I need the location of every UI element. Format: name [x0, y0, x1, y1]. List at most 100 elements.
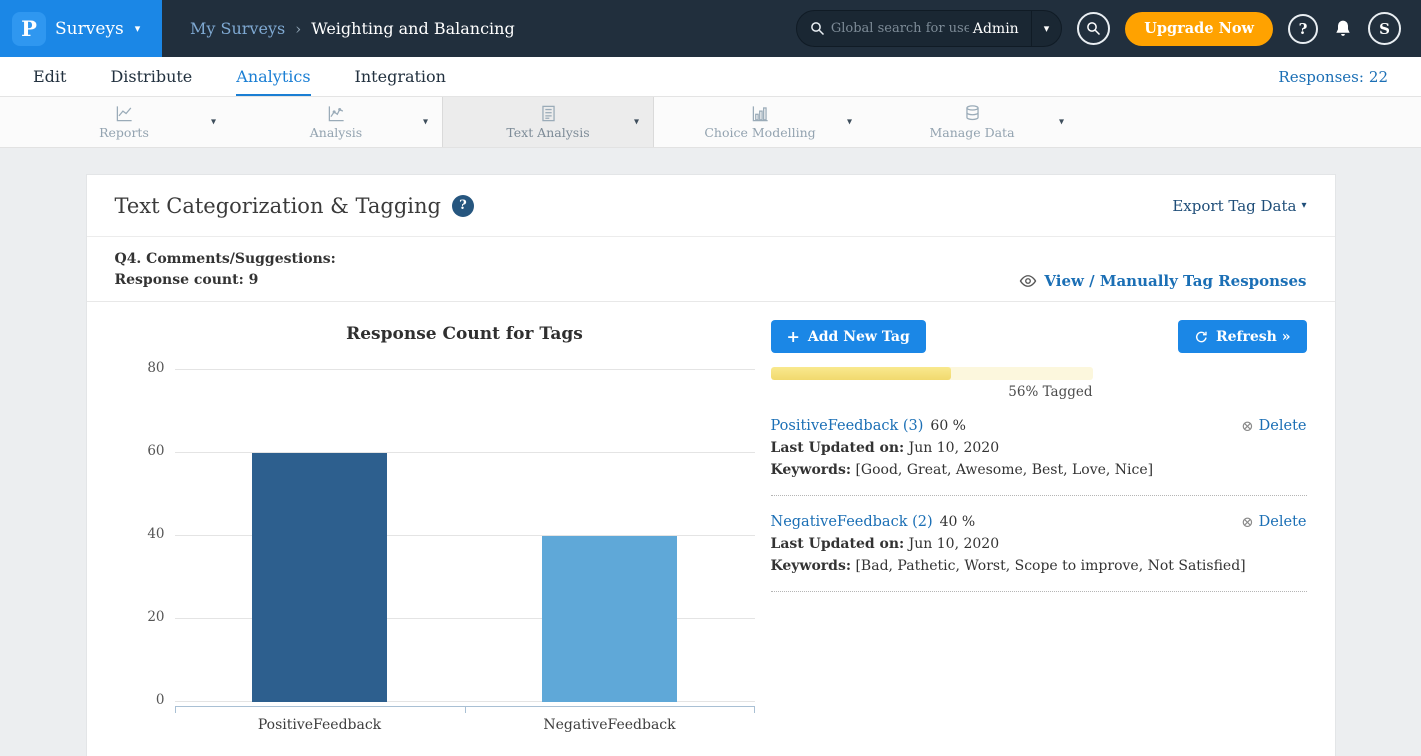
help-glyph: ? [459, 198, 467, 213]
add-new-tag-button[interactable]: + Add New Tag [771, 320, 926, 353]
questionpro-logo[interactable]: P [12, 12, 46, 46]
delete-label: Delete [1259, 415, 1307, 437]
view-manually-tag-link[interactable]: View / Manually Tag Responses [1019, 272, 1306, 291]
breadcrumb-separator-icon: › [295, 20, 301, 38]
search-input[interactable] [831, 21, 969, 36]
tagged-progress-bar [771, 367, 1093, 380]
tagged-percent-label: 56% Tagged [771, 384, 1093, 400]
search-icon [810, 21, 825, 36]
logo-letter: P [21, 16, 37, 41]
updated-value: Jun 10, 2020 [909, 440, 999, 456]
refresh-icon [1194, 330, 1208, 344]
tags-toolbar: + Add New Tag Refresh » [771, 320, 1307, 353]
response-count-value: 9 [249, 272, 259, 288]
plus-icon: + [787, 327, 800, 346]
y-tick-label: 60 [127, 443, 165, 459]
top-bar: P Surveys ▾ My Surveys › Weighting and B… [0, 0, 1421, 57]
chevron-down-icon[interactable]: ▾ [634, 117, 639, 128]
refresh-button[interactable]: Refresh » [1178, 320, 1307, 353]
tag-name-link[interactable]: PositiveFeedback (3) [771, 415, 924, 437]
line-chart-icon [115, 104, 134, 123]
global-search-box[interactable]: Admin ▾ [796, 10, 1062, 47]
circle-x-icon: ⊗ [1241, 511, 1254, 533]
refresh-label: Refresh » [1216, 329, 1291, 345]
nav-distribute[interactable]: Distribute [110, 57, 192, 96]
tab-label: Reports [99, 125, 149, 140]
upgrade-now-button[interactable]: Upgrade Now [1125, 12, 1273, 46]
user-avatar[interactable]: S [1368, 12, 1401, 45]
bar-positivefeedback [252, 453, 387, 702]
chevron-down-icon[interactable]: ▾ [211, 117, 216, 128]
question-info: Q4. Comments/Suggestions: Response count… [115, 249, 336, 291]
tagged-progress-fill [771, 367, 951, 380]
response-count-label: Response count: [115, 272, 244, 288]
delete-label: Delete [1259, 511, 1307, 533]
scope-chevron-down-icon[interactable]: ▾ [1031, 11, 1062, 46]
tab-analysis[interactable]: Analysis ▾ [230, 97, 442, 147]
surveys-menu[interactable]: P Surveys ▾ [0, 0, 162, 57]
tab-choice-modelling[interactable]: Choice Modelling ▾ [654, 97, 866, 147]
card-body: Response Count for Tags 020406080 Positi… [87, 302, 1335, 756]
delete-tag-button[interactable]: ⊗ Delete [1241, 511, 1306, 533]
tag-keywords: Keywords: [Bad, Pathetic, Worst, Scope t… [771, 555, 1307, 577]
x-tick-label: NegativeFeedback [465, 717, 755, 733]
tag-name-link[interactable]: NegativeFeedback (2) [771, 511, 933, 533]
tag-updated: Last Updated on: Jun 10, 2020 [771, 437, 1307, 459]
document-icon [539, 104, 558, 123]
tab-reports[interactable]: Reports ▾ [18, 97, 230, 147]
add-tag-label: Add New Tag [808, 329, 910, 345]
trend-chart-icon [327, 104, 346, 123]
tab-label: Choice Modelling [704, 125, 815, 140]
chart-title: Response Count for Tags [175, 320, 755, 344]
avatar-letter: S [1379, 20, 1390, 38]
question-row: Q4. Comments/Suggestions: Response count… [87, 237, 1335, 302]
tab-label: Text Analysis [506, 125, 589, 140]
card-header: Text Categorization & Tagging ? Export T… [87, 175, 1335, 237]
tab-label: Manage Data [929, 125, 1014, 140]
page-title: Text Categorization & Tagging [115, 194, 441, 218]
nav-integration[interactable]: Integration [355, 57, 446, 96]
tab-label: Analysis [310, 125, 362, 140]
delete-tag-button[interactable]: ⊗ Delete [1241, 415, 1306, 437]
nav-analytics[interactable]: Analytics [236, 57, 310, 96]
help-button[interactable]: ? [1288, 14, 1318, 44]
tag-updated: Last Updated on: Jun 10, 2020 [771, 533, 1307, 555]
question-label: Q4. Comments/Suggestions: [115, 249, 336, 270]
help-question-icon: ? [1299, 20, 1308, 38]
tag-item: NegativeFeedback (2) 40 % ⊗ Delete Last … [771, 511, 1307, 592]
tag-item: PositiveFeedback (3) 60 % ⊗ Delete Last … [771, 415, 1307, 496]
export-tag-data-button[interactable]: Export Tag Data ▾ [1172, 197, 1306, 215]
keywords-label: Keywords: [771, 558, 852, 574]
notifications-bell-icon[interactable] [1333, 19, 1353, 39]
chevron-down-icon[interactable]: ▾ [423, 117, 428, 128]
y-tick-label: 20 [127, 609, 165, 625]
keywords-label: Keywords: [771, 462, 852, 478]
nav-edit[interactable]: Edit [33, 57, 66, 96]
y-tick-label: 40 [127, 526, 165, 542]
y-tick-label: 80 [127, 360, 165, 376]
view-link-label: View / Manually Tag Responses [1044, 272, 1306, 290]
responses-value: 22 [1369, 68, 1388, 86]
chart-x-axis [175, 706, 755, 712]
tag-keywords: Keywords: [Good, Great, Awesome, Best, L… [771, 459, 1307, 481]
tab-text-analysis[interactable]: Text Analysis ▾ [442, 97, 654, 147]
analytics-tab-strip: Reports ▾ Analysis ▾ Text Analysis ▾ Cho… [0, 97, 1421, 148]
breadcrumb-my-surveys[interactable]: My Surveys [190, 19, 285, 38]
responses-count: Responses: 22 [1278, 57, 1388, 96]
chevron-down-icon[interactable]: ▾ [847, 117, 852, 128]
search-scope-dropdown[interactable]: Admin [969, 21, 1031, 37]
search-button[interactable] [1077, 12, 1110, 45]
chevron-down-icon: ▾ [1301, 200, 1306, 211]
tag-chart: Response Count for Tags 020406080 Positi… [115, 320, 755, 733]
survey-nav: Edit Distribute Analytics Integration Re… [0, 57, 1421, 97]
bar-negativefeedback [542, 536, 677, 702]
chart-x-labels: PositiveFeedbackNegativeFeedback [175, 717, 755, 733]
export-label: Export Tag Data [1172, 197, 1296, 215]
chevron-down-icon[interactable]: ▾ [1059, 117, 1064, 128]
topbar-actions: Admin ▾ Upgrade Now ? S [796, 10, 1421, 47]
bar-chart-icon [751, 104, 770, 123]
help-icon[interactable]: ? [452, 195, 474, 217]
tab-manage-data[interactable]: Manage Data ▾ [866, 97, 1078, 147]
x-tick-label: PositiveFeedback [175, 717, 465, 733]
response-count: Response count: 9 [115, 270, 336, 291]
